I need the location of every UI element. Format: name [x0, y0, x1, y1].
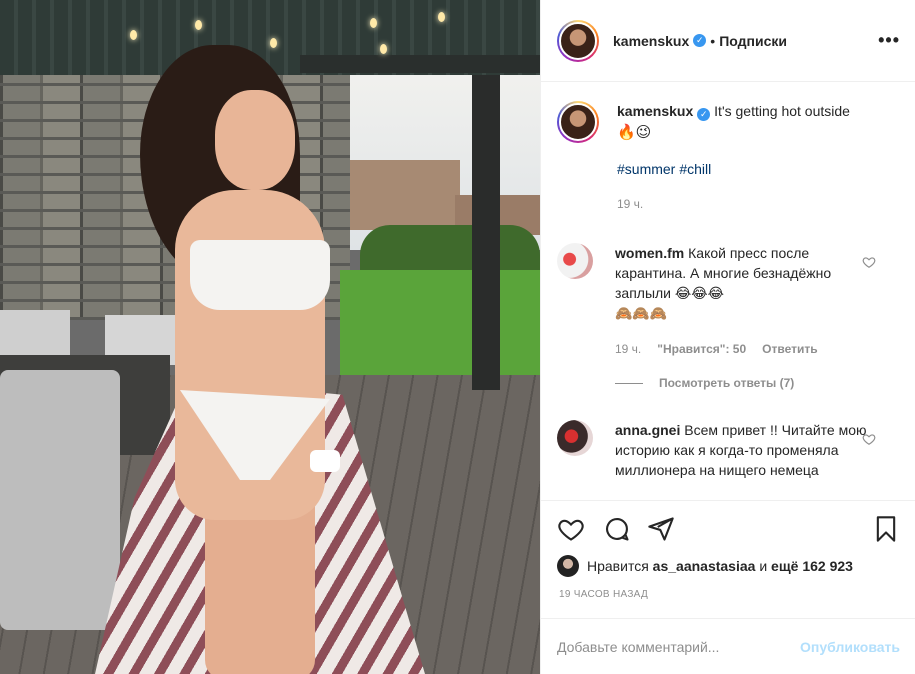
comment-avatar[interactable]: [557, 420, 593, 456]
save-bookmark-icon[interactable]: [872, 515, 900, 543]
photo-person: [140, 45, 350, 674]
photo-bulb: [438, 12, 445, 22]
share-icon[interactable]: [647, 515, 675, 543]
comments-list[interactable]: kamenskux ✓ It's getting hot outside 🔥😉 #…: [541, 83, 915, 500]
comment-input[interactable]: [557, 638, 777, 655]
photo-grass: [340, 270, 540, 380]
photo-watch: [310, 450, 340, 472]
view-replies-label: Посмотреть ответы (7): [659, 376, 795, 390]
comment-username[interactable]: women.fm: [615, 245, 684, 261]
hashtag-link[interactable]: #summer: [617, 161, 675, 177]
header-username[interactable]: kamenskux: [613, 33, 689, 49]
photo-bulb: [195, 20, 202, 30]
caption-text: It's getting hot outside: [714, 103, 850, 119]
header-avatar[interactable]: [557, 19, 599, 62]
post-caption: kamenskux ✓ It's getting hot outside 🔥😉 #…: [557, 101, 902, 215]
post-header: kamenskux ✓ • Подписки •••: [541, 0, 915, 82]
photo-pillar: [472, 60, 500, 390]
comment-emoji-2: 🙈🙈🙈: [615, 305, 668, 321]
like-heart-icon[interactable]: [557, 515, 585, 543]
likes-count[interactable]: ещё 162 923: [771, 558, 853, 574]
liker-username[interactable]: as_aanastasiaa: [653, 558, 756, 574]
hashtag-link[interactable]: #chill: [679, 161, 711, 177]
caption-emoji: 🔥😉: [617, 124, 652, 141]
likes-prefix: Нравится: [587, 558, 649, 574]
photo-bulb: [380, 44, 387, 54]
comment-item: women.fm Какой пресс после карантина. А …: [557, 243, 902, 359]
likes-summary: Нравится as_aanastasiaa и ещё 162 923: [557, 555, 853, 577]
post-photo[interactable]: [0, 0, 540, 674]
post-side-panel: kamenskux ✓ • Подписки ••• kamenskux ✓ It…: [540, 0, 915, 674]
caption-avatar[interactable]: [557, 101, 599, 143]
photo-bulb: [270, 38, 277, 48]
verified-badge-icon: ✓: [697, 108, 711, 121]
post-actions: Нравится as_aanastasiaa и ещё 162 923 19…: [541, 500, 915, 610]
liker-avatar[interactable]: [557, 555, 579, 577]
reply-button[interactable]: Ответить: [762, 339, 817, 359]
comment-username[interactable]: anna.gnei: [615, 422, 680, 438]
photo-bulb: [370, 18, 377, 28]
caption-time: 19 ч.: [617, 197, 644, 211]
publish-button[interactable]: Опубликовать: [800, 639, 900, 655]
comment-item: anna.gnei Всем привет !! Читайте мою ист…: [557, 420, 902, 480]
add-comment-bar: Опубликовать: [541, 618, 915, 674]
header-separator: •: [710, 32, 716, 49]
photo-house: [350, 160, 460, 230]
more-options-icon[interactable]: •••: [878, 30, 900, 51]
comment-icon[interactable]: [603, 515, 631, 543]
caption-hashtags: #summer #chill: [617, 159, 897, 180]
photo-bikini-top: [190, 240, 330, 310]
comment-emoji: 😂😂😂: [674, 285, 724, 301]
caption-username[interactable]: kamenskux: [617, 103, 693, 119]
verified-badge-icon: ✓: [693, 34, 707, 47]
likes-middle: и: [759, 558, 768, 574]
photo-head: [215, 90, 295, 190]
photo-bulb: [130, 30, 137, 40]
photo-beam: [300, 55, 540, 73]
comment-like-heart-icon[interactable]: [862, 255, 876, 269]
photo-chair: [0, 370, 120, 630]
comment-time: 19 ч.: [615, 342, 642, 356]
comment-avatar[interactable]: [557, 243, 593, 279]
comment-likes[interactable]: "Нравится": 50: [657, 339, 746, 359]
post-timeago[interactable]: 19 часов назад: [559, 589, 648, 600]
replies-line: [615, 382, 643, 384]
comment-like-heart-icon[interactable]: [862, 432, 876, 446]
following-button[interactable]: Подписки: [719, 33, 787, 49]
view-replies-button[interactable]: Посмотреть ответы (7): [615, 376, 794, 390]
